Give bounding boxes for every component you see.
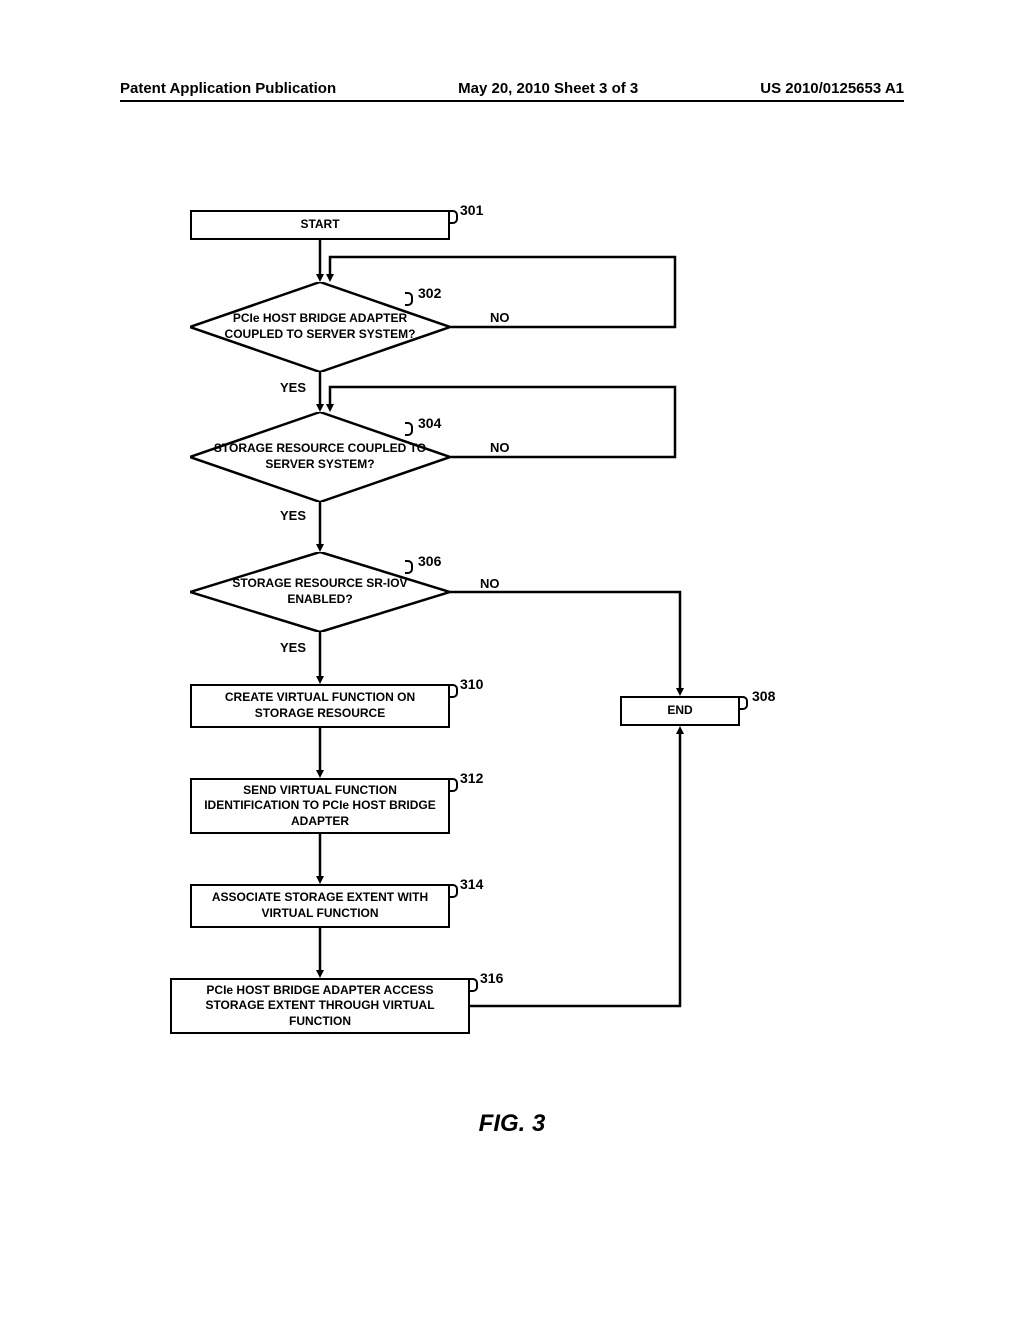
edge-yes-label: YES [280, 508, 306, 523]
node-start-label: START [300, 217, 339, 233]
node-end: END [620, 696, 740, 726]
ref-hook [450, 684, 458, 698]
header-rule [120, 100, 904, 102]
arrow-loop-304 [320, 384, 680, 459]
node-start: START [190, 210, 450, 240]
arrow-loop-302 [320, 254, 680, 329]
ref-hook [405, 560, 413, 574]
node-310: CREATE VIRTUAL FUNCTION ON STORAGE RESOU… [190, 684, 450, 728]
flowchart-diagram: START 301 PCIe HOST BRIDGE ADAPTER COUPL… [140, 210, 840, 1080]
edge-yes-label: YES [280, 640, 306, 655]
ref-hook [450, 210, 458, 224]
figure-label: FIG. 3 [0, 1110, 1024, 1138]
node-310-label: CREATE VIRTUAL FUNCTION ON STORAGE RESOU… [196, 690, 444, 721]
arrow-316-end [470, 726, 686, 1010]
arrow-icon [316, 728, 324, 778]
node-314-label: ASSOCIATE STORAGE EXTENT WITH VIRTUAL FU… [196, 890, 444, 921]
ref-306: 306 [418, 553, 441, 569]
edge-yes-label: YES [280, 380, 306, 395]
node-314: ASSOCIATE STORAGE EXTENT WITH VIRTUAL FU… [190, 884, 450, 928]
node-312-label: SEND VIRTUAL FUNCTION IDENTIFICATION TO … [196, 783, 444, 830]
page-header: Patent Application Publication May 20, 2… [0, 80, 1024, 97]
ref-hook [450, 884, 458, 898]
header-right: US 2010/0125653 A1 [760, 80, 904, 97]
node-end-label: END [667, 703, 692, 719]
ref-301: 301 [460, 202, 483, 218]
ref-310: 310 [460, 676, 483, 692]
arrow-icon [316, 502, 324, 552]
arrow-icon [316, 632, 324, 684]
ref-hook [450, 778, 458, 792]
header-left: Patent Application Publication [120, 80, 336, 97]
ref-308: 308 [752, 688, 775, 704]
arrow-306-end [450, 588, 686, 698]
ref-hook [740, 696, 748, 710]
node-316: PCIe HOST BRIDGE ADAPTER ACCESS STORAGE … [170, 978, 470, 1034]
arrow-icon [316, 834, 324, 884]
header-center: May 20, 2010 Sheet 3 of 3 [458, 80, 638, 97]
node-312: SEND VIRTUAL FUNCTION IDENTIFICATION TO … [190, 778, 450, 834]
node-316-label: PCIe HOST BRIDGE ADAPTER ACCESS STORAGE … [176, 983, 464, 1030]
arrow-icon [316, 928, 324, 978]
